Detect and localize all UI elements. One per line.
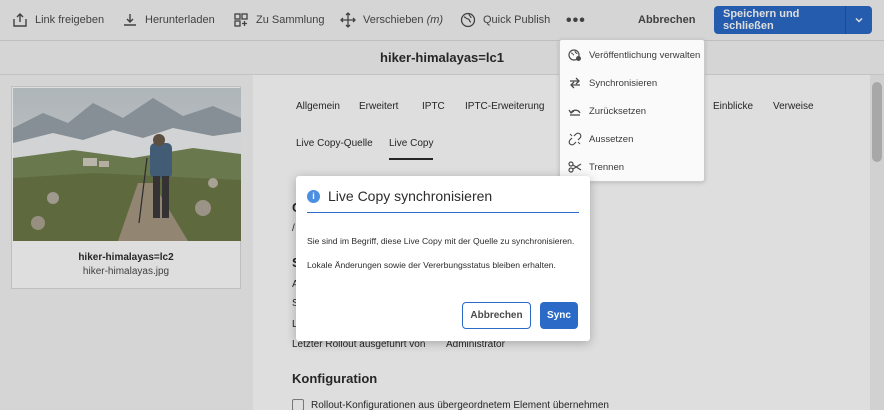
dialog-sync-button[interactable]: Sync [540,302,578,329]
undo-icon [568,104,582,118]
scissors-icon [568,160,582,174]
dialog-title: Live Copy synchronisieren [328,188,493,204]
menu-item-label: Aussetzen [589,133,634,145]
menu-item-label: Zurücksetzen [589,105,647,117]
menu-item-manage-publication[interactable]: Veröffentlichung verwalten [560,41,704,69]
unlink-icon [568,132,582,146]
dialog-header: i Live Copy synchronisieren [307,186,579,213]
dialog-message-1: Sie sind im Begriff, diese Live Copy mit… [307,236,575,246]
menu-item-synchronize[interactable]: Synchronisieren [560,69,704,97]
menu-item-label: Veröffentlichung verwalten [589,49,701,61]
sync-arrows-icon [568,76,582,90]
dialog-cancel-button[interactable]: Abbrechen [462,302,531,329]
menu-item-label: Trennen [589,161,625,173]
dialog-message-2: Lokale Änderungen sowie der Vererbungsst… [307,260,556,270]
menu-item-reset[interactable]: Zurücksetzen [560,97,704,125]
menu-item-label: Synchronisieren [589,77,658,89]
menu-item-suspend[interactable]: Aussetzen [560,125,704,153]
info-icon: i [307,189,320,203]
sync-live-copy-dialog: i Live Copy synchronisieren Sie sind im … [296,176,590,341]
more-actions-menu: Veröffentlichung verwalten Synchronisier… [559,39,705,182]
globe-publish-icon [568,48,582,62]
